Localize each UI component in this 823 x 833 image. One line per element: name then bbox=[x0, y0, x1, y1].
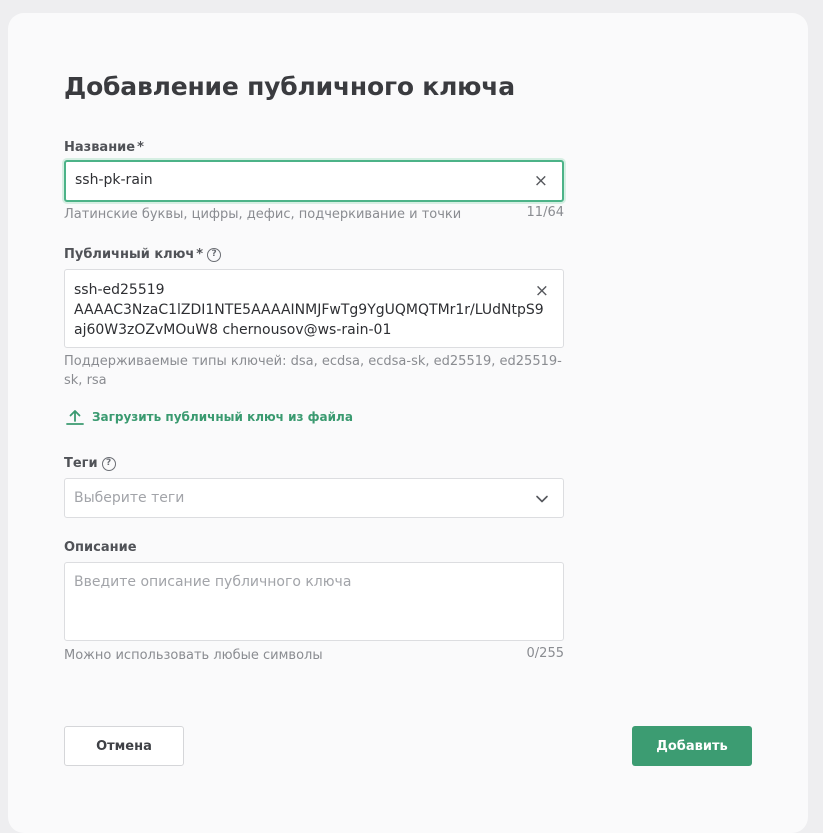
upload-key-link-text[interactable]: Загрузить публичный ключ из файла bbox=[92, 410, 353, 424]
name-hint: Латинские буквы, цифры, дефис, подчеркив… bbox=[64, 207, 462, 222]
description-label: Описание bbox=[64, 540, 137, 555]
upload-key-link[interactable]: Загрузить публичный ключ из файла bbox=[66, 408, 353, 425]
cancel-button[interactable]: Отмена bbox=[64, 726, 184, 766]
close-icon[interactable]: × bbox=[534, 173, 548, 190]
required-mark: * bbox=[137, 140, 144, 155]
public-key-hint: Поддерживаемые типы ключей: dsa, ecdsa, … bbox=[64, 354, 562, 388]
public-key-input[interactable]: ssh-ed25519 AAAAC3NzaC1lZDI1NTE5AAAAINMJ… bbox=[64, 269, 564, 348]
upload-icon bbox=[66, 410, 84, 425]
name-label-text: Название bbox=[64, 140, 136, 155]
public-key-input-value[interactable]: ssh-ed25519 AAAAC3NzaC1lZDI1NTE5AAAAINMJ… bbox=[74, 280, 544, 340]
tags-label-text: Теги bbox=[64, 456, 98, 471]
page-title: Добавление публичного ключа bbox=[64, 72, 515, 101]
description-textarea[interactable]: Введите описание публичного ключа bbox=[64, 562, 564, 641]
description-placeholder: Введите описание публичного ключа bbox=[74, 574, 352, 590]
question-circle-icon[interactable]: ? bbox=[207, 247, 222, 262]
add-button[interactable]: Добавить bbox=[632, 726, 752, 766]
description-hint: Можно использовать любые символы bbox=[64, 648, 323, 663]
required-mark: * bbox=[196, 247, 204, 262]
close-icon[interactable]: × bbox=[535, 283, 549, 300]
name-input[interactable]: ssh-pk-rain × bbox=[64, 160, 564, 202]
name-counter: 11/64 bbox=[526, 205, 564, 220]
public-key-label: Публичный ключ * ? bbox=[64, 247, 222, 262]
chevron-down-icon[interactable] bbox=[535, 492, 549, 506]
tags-label: Теги ? bbox=[64, 456, 116, 471]
tags-select[interactable]: Выберите теги bbox=[64, 478, 564, 518]
question-circle-icon[interactable]: ? bbox=[101, 456, 116, 471]
description-counter: 0/255 bbox=[526, 646, 564, 661]
description-label-text: Описание bbox=[64, 540, 137, 555]
public-key-label-text: Публичный ключ bbox=[64, 247, 195, 262]
name-input-value[interactable]: ssh-pk-rain bbox=[75, 172, 153, 188]
name-label: Название * bbox=[64, 140, 144, 155]
tags-placeholder: Выберите теги bbox=[74, 490, 185, 506]
